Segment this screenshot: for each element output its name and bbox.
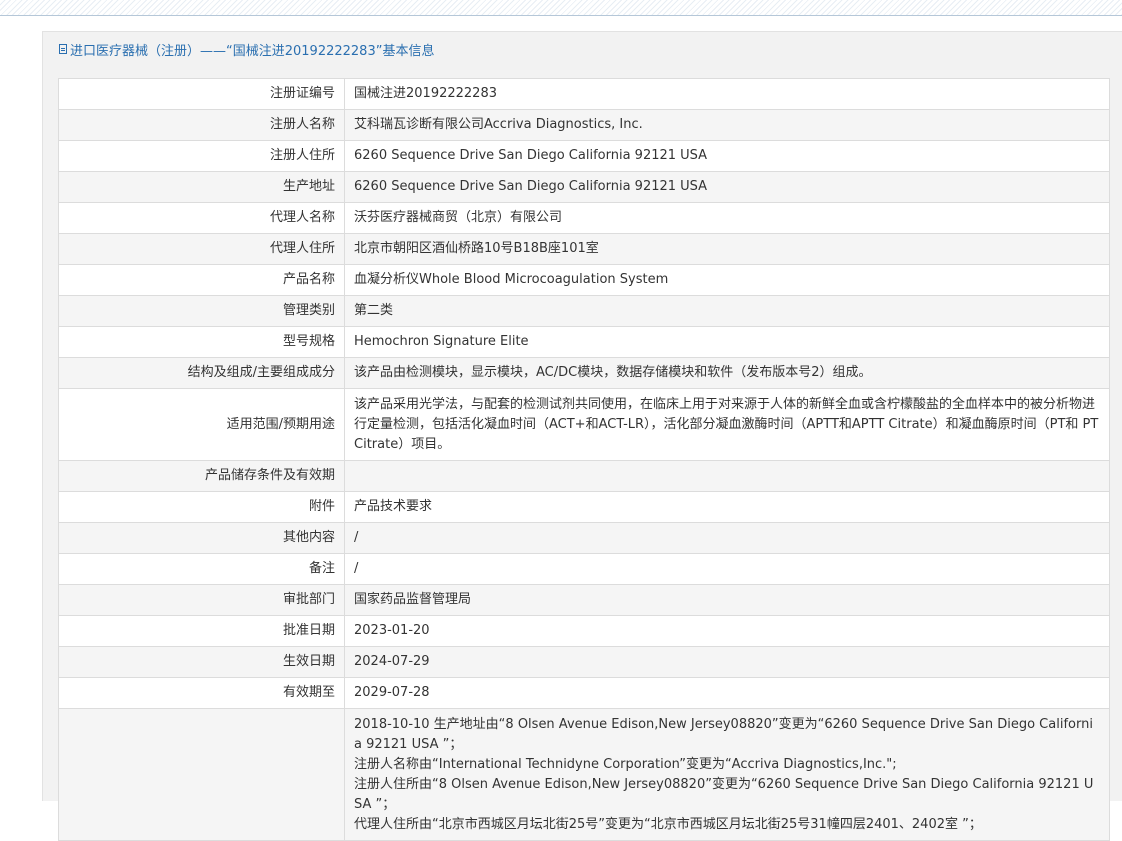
row-value-registrant-name: 艾科瑞瓦诊断有限公司Accriva Diagnostics, Inc.: [344, 109, 1110, 141]
row-label-agent-address: 代理人住所: [58, 233, 345, 265]
table-row: 审批部门 国家药品监督管理局: [58, 584, 1110, 616]
row-label-structure: 结构及组成/主要组成成分: [58, 357, 345, 389]
info-table: 注册证编号 国械注进20192222283 注册人名称 艾科瑞瓦诊断有限公司Ac…: [58, 78, 1110, 841]
row-label-remarks: 备注: [58, 553, 345, 585]
row-label-model-spec: 型号规格: [58, 326, 345, 358]
row-value-registrant-address: 6260 Sequence Drive San Diego California…: [344, 140, 1110, 172]
row-value-changes: 2018-10-10 生产地址由“8 Olsen Avenue Edison,N…: [344, 708, 1110, 841]
row-label-intended-use: 适用范围/预期用途: [58, 388, 345, 461]
change-line: 代理人住所由“北京市西城区月坛北街25号”变更为“北京市西城区月坛北街25号31…: [354, 817, 982, 832]
row-label-product-name: 产品名称: [58, 264, 345, 296]
row-label-management-class: 管理类别: [58, 295, 345, 327]
info-table-wrapper: 注册证编号 国械注进20192222283 注册人名称 艾科瑞瓦诊断有限公司Ac…: [58, 78, 1110, 841]
table-row: 生产地址 6260 Sequence Drive San Diego Calif…: [58, 171, 1110, 203]
row-label-agent-name: 代理人名称: [58, 202, 345, 234]
panel-header: 进口医疗器械（注册）——“国械注进20192222283”基本信息: [43, 32, 1122, 66]
row-value-approval-date: 2023-01-20: [344, 615, 1110, 647]
table-row: 注册人名称 艾科瑞瓦诊断有限公司Accriva Diagnostics, Inc…: [58, 109, 1110, 141]
row-label-attachment: 附件: [58, 491, 345, 523]
row-label-storage: 产品储存条件及有效期: [58, 460, 345, 492]
table-row: 型号规格 Hemochron Signature Elite: [58, 326, 1110, 358]
row-label-effective-date: 生效日期: [58, 646, 345, 678]
table-row: 适用范围/预期用途 该产品采用光学法，与配套的检测试剂共同使用，在临床上用于对来…: [58, 388, 1110, 461]
table-row: 注册证编号 国械注进20192222283: [58, 78, 1110, 110]
row-value-storage: [344, 460, 1110, 492]
row-label-production-address: 生产地址: [58, 171, 345, 203]
change-line: 2018-10-10 生产地址由“8 Olsen Avenue Edison,N…: [354, 717, 1093, 752]
row-value-management-class: 第二类: [344, 295, 1110, 327]
table-row: 产品名称 血凝分析仪Whole Blood Microcoagulation S…: [58, 264, 1110, 296]
row-label-valid-until: 有效期至: [58, 677, 345, 709]
table-row: 管理类别 第二类: [58, 295, 1110, 327]
table-row: 生效日期 2024-07-29: [58, 646, 1110, 678]
row-label-registrant-name: 注册人名称: [58, 109, 345, 141]
row-value-effective-date: 2024-07-29: [344, 646, 1110, 678]
row-label-changes: [58, 708, 345, 841]
top-border-strip: [0, 0, 1122, 16]
row-label-approval-date: 批准日期: [58, 615, 345, 647]
document-icon: [59, 44, 67, 54]
row-value-other: /: [344, 522, 1110, 554]
table-row: 产品储存条件及有效期: [58, 460, 1110, 492]
row-value-agent-name: 沃芬医疗器械商贸（北京）有限公司: [344, 202, 1110, 234]
change-line: 注册人住所由“8 Olsen Avenue Edison,New Jersey0…: [354, 777, 1094, 812]
table-row: 代理人住所 北京市朝阳区酒仙桥路10号B18B座101室: [58, 233, 1110, 265]
table-row: 代理人名称 沃芬医疗器械商贸（北京）有限公司: [58, 202, 1110, 234]
info-panel: 进口医疗器械（注册）——“国械注进20192222283”基本信息 注册证编号 …: [42, 31, 1122, 841]
table-row: 有效期至 2029-07-28: [58, 677, 1110, 709]
table-row: 备注 /: [58, 553, 1110, 585]
table-row: 附件 产品技术要求: [58, 491, 1110, 523]
table-row: 结构及组成/主要组成成分 该产品由检测模块，显示模块，AC/DC模块，数据存储模…: [58, 357, 1110, 389]
table-row: 2018-10-10 生产地址由“8 Olsen Avenue Edison,N…: [58, 708, 1110, 841]
change-line: 注册人名称由“International Technidyne Corporat…: [354, 757, 897, 772]
table-row: 批准日期 2023-01-20: [58, 615, 1110, 647]
row-label-other: 其他内容: [58, 522, 345, 554]
row-value-cert-no: 国械注进20192222283: [344, 78, 1110, 110]
row-value-agent-address: 北京市朝阳区酒仙桥路10号B18B座101室: [344, 233, 1110, 265]
row-value-structure: 该产品由检测模块，显示模块，AC/DC模块，数据存储模块和软件（发布版本号2）组…: [344, 357, 1110, 389]
row-value-intended-use: 该产品采用光学法，与配套的检测试剂共同使用，在临床上用于对来源于人体的新鲜全血或…: [344, 388, 1110, 461]
row-label-registrant-address: 注册人住所: [58, 140, 345, 172]
row-value-production-address: 6260 Sequence Drive San Diego California…: [344, 171, 1110, 203]
row-label-cert-no: 注册证编号: [58, 78, 345, 110]
row-value-remarks: /: [344, 553, 1110, 585]
row-label-approval-dept: 审批部门: [58, 584, 345, 616]
table-row: 注册人住所 6260 Sequence Drive San Diego Cali…: [58, 140, 1110, 172]
table-row: 其他内容 /: [58, 522, 1110, 554]
row-value-valid-until: 2029-07-28: [344, 677, 1110, 709]
row-value-approval-dept: 国家药品监督管理局: [344, 584, 1110, 616]
row-value-attachment: 产品技术要求: [344, 491, 1110, 523]
panel-title: 进口医疗器械（注册）——“国械注进20192222283”基本信息: [70, 43, 435, 59]
row-value-product-name: 血凝分析仪Whole Blood Microcoagulation System: [344, 264, 1110, 296]
row-value-model-spec: Hemochron Signature Elite: [344, 326, 1110, 358]
